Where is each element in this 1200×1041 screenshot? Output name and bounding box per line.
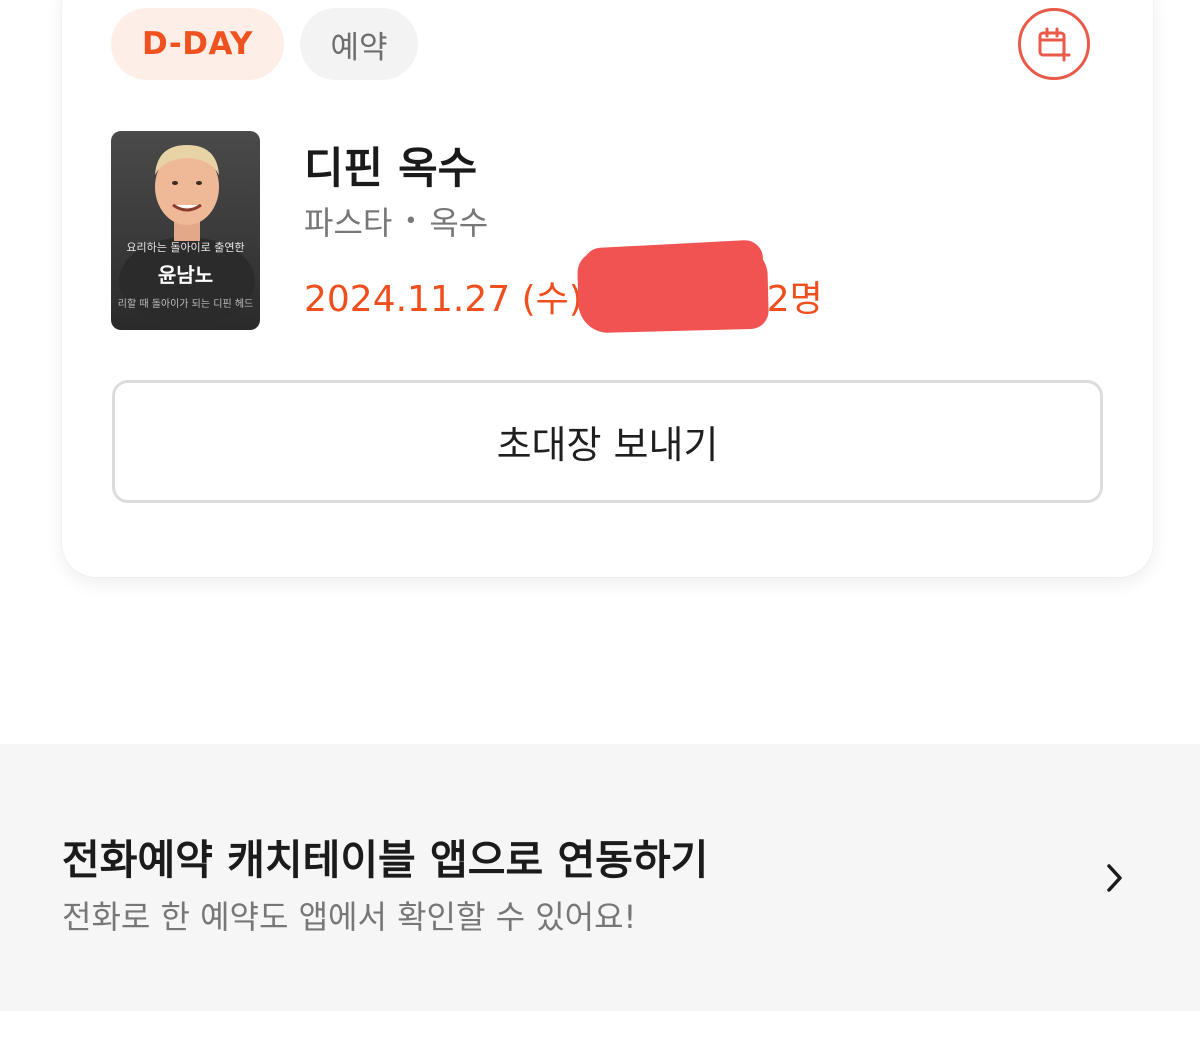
redaction-mark xyxy=(576,246,770,334)
banner-subtitle: 전화로 한 예약도 앱에서 확인할 수 있어요! xyxy=(62,898,637,936)
chevron-right-icon[interactable] xyxy=(1098,858,1132,898)
restaurant-location: 옥수 xyxy=(429,204,489,242)
party-size: 2명 xyxy=(766,279,823,320)
calendar-add-icon xyxy=(1038,27,1071,62)
thumbnail-caption-bottom: 리할 때 돌아이가 되는 디핀 헤드 xyxy=(117,299,254,310)
banner-title: 전화예약 캐치테이블 앱으로 연동하기 xyxy=(62,836,709,884)
restaurant-thumbnail[interactable]: 요리하는 돌아이로 출연한 윤남노 리할 때 돌아이가 되는 디핀 헤드 xyxy=(111,131,260,330)
meta-separator: • xyxy=(404,208,418,234)
restaurant-category: 파스타 xyxy=(304,204,393,242)
dday-badge: D-DAY xyxy=(111,8,284,80)
add-to-calendar-button[interactable] xyxy=(1018,8,1090,80)
phone-reservation-link-banner[interactable]: 전화예약 캐치테이블 앱으로 연동하기 전화로 한 예약도 앱에서 확인할 수 … xyxy=(0,744,1200,1011)
reservation-date: 2024.11.27 (수) xyxy=(304,279,583,320)
thumbnail-caption-top: 요리하는 돌아이로 출연한 xyxy=(126,241,245,254)
thumbnail-chef-name: 윤남노 xyxy=(157,263,214,287)
send-invitation-button[interactable]: 초대장 보내기 xyxy=(112,380,1103,503)
reservation-type-badge: 예약 xyxy=(300,8,418,80)
restaurant-meta: 파스타 • 옥수 xyxy=(304,198,488,244)
restaurant-name[interactable]: 디핀 옥수 xyxy=(304,134,477,196)
